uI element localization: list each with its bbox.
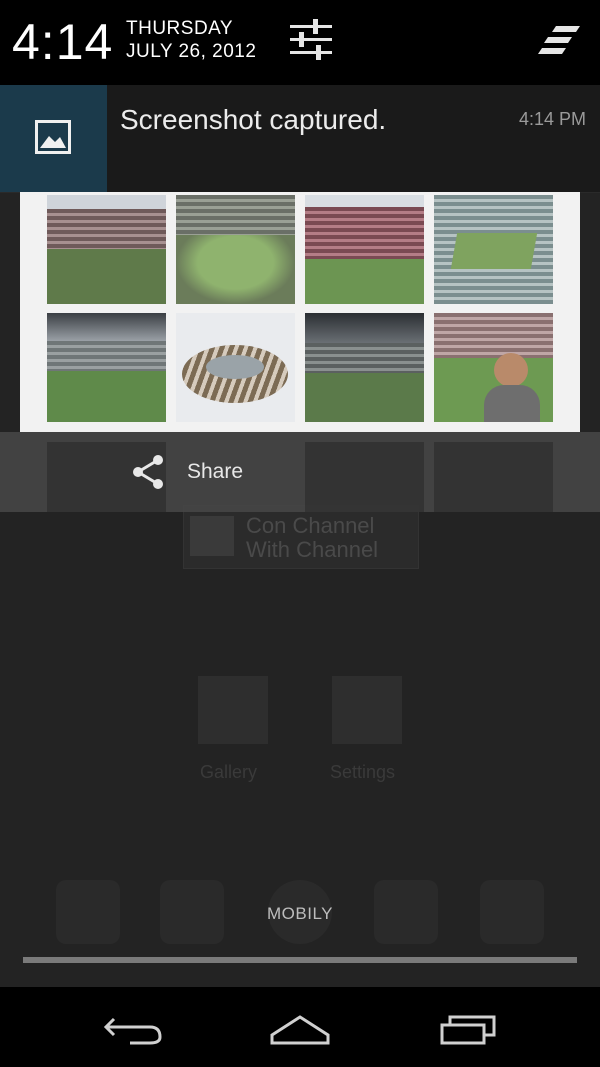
back-button[interactable] bbox=[94, 1005, 174, 1049]
background-widget-card: Con Channel With Channel bbox=[183, 505, 419, 569]
notification-icon-box bbox=[0, 85, 107, 192]
screenshot-notification[interactable]: Screenshot captured. 4:14 PM bbox=[0, 85, 600, 193]
background-settings-label: Settings bbox=[330, 762, 396, 782]
home-icon bbox=[270, 1015, 330, 1045]
navigation-bar bbox=[0, 987, 600, 1067]
background-gallery-label: Gallery bbox=[200, 762, 258, 782]
image-icon bbox=[35, 120, 71, 154]
home-button[interactable] bbox=[260, 1005, 340, 1049]
preview-thumbnail bbox=[176, 313, 295, 422]
preview-thumbnail bbox=[47, 313, 166, 422]
share-label: Share bbox=[187, 460, 244, 483]
clear-all-icon[interactable] bbox=[538, 24, 584, 58]
preview-thumbnail-overflow bbox=[305, 442, 424, 512]
clock: 4:14 bbox=[12, 14, 114, 70]
preview-thumbnail bbox=[305, 195, 424, 304]
quick-settings-icon[interactable] bbox=[286, 17, 336, 63]
preview-thumbnail bbox=[305, 313, 424, 422]
date: JULY 26, 2012 bbox=[126, 41, 257, 62]
share-icon bbox=[133, 455, 163, 489]
notification-action-row: Share bbox=[0, 432, 600, 512]
background-gallery-icon bbox=[198, 676, 268, 744]
share-button[interactable]: Share bbox=[120, 448, 280, 496]
preview-thumbnail bbox=[434, 313, 553, 422]
carrier-label: MOBILY bbox=[267, 904, 333, 923]
preview-thumbnail-overflow bbox=[434, 442, 553, 512]
background-widget-thumbnail bbox=[190, 516, 234, 556]
preview-thumbnail bbox=[176, 195, 295, 304]
notification-header: 4:14 THURSDAY JULY 26, 2012 bbox=[0, 0, 600, 85]
background-settings-icon bbox=[332, 676, 402, 744]
notification-title: Screenshot captured. bbox=[120, 104, 387, 135]
shade-drag-handle[interactable] bbox=[23, 957, 577, 963]
recents-button[interactable] bbox=[430, 1005, 510, 1049]
recents-icon bbox=[440, 1015, 496, 1045]
preview-thumbnail bbox=[47, 195, 166, 304]
screenshot-preview[interactable] bbox=[20, 192, 580, 432]
background-widget-text: Con Channel With Channel bbox=[246, 513, 379, 562]
back-icon bbox=[103, 1017, 162, 1045]
preview-thumbnail bbox=[434, 195, 553, 304]
date-day: THURSDAY bbox=[126, 18, 234, 39]
notification-time: 4:14 PM bbox=[518, 109, 586, 129]
